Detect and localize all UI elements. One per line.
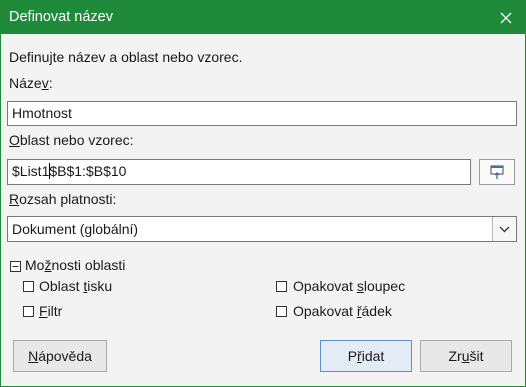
filter-accel: F <box>39 303 48 319</box>
scope-dropdown-button[interactable] <box>492 217 516 241</box>
print-range-pre: Oblast <box>39 278 84 294</box>
filter-checkbox[interactable] <box>23 306 34 317</box>
range-value-part2: $B$1:$B$10 <box>49 163 127 179</box>
options-expander[interactable] <box>10 259 21 272</box>
define-name-dialog: Definovat název Definujte název a oblast… <box>0 0 526 387</box>
help-label: ápověda <box>38 348 92 364</box>
range-input[interactable]: $List1$B$1:$B$10 <box>7 159 471 185</box>
range-label-accel: O <box>9 132 20 148</box>
repeat-column-label[interactable]: Opakovat sloupec <box>293 278 405 294</box>
name-label-text: Náze <box>9 75 42 91</box>
scope-label-accel: R <box>9 191 20 207</box>
chevron-down-icon <box>499 226 510 233</box>
repeat-row-checkbox[interactable] <box>276 306 287 317</box>
add-pre: P <box>347 348 358 364</box>
repeat-column-post: loupec <box>363 278 406 294</box>
add-button[interactable]: Př idat <box>320 340 412 372</box>
help-button[interactable]: Nápověda <box>13 340 107 372</box>
repeat-column-pre: Opakovat <box>293 278 357 294</box>
options-label: Možnosti oblasti <box>25 257 125 273</box>
print-range-checkbox[interactable] <box>23 281 34 292</box>
print-range-label[interactable]: Oblast tisku <box>39 278 112 294</box>
dialog-title: Definovat název <box>9 9 113 25</box>
range-label-text: blast nebo vzorec: <box>19 132 134 148</box>
range-value-part1: $List1 <box>12 163 50 179</box>
repeat-row-post: ádek <box>361 303 392 319</box>
repeat-row-label[interactable]: Opakovat řádek <box>293 303 392 319</box>
dialog-description: Definujte název a oblast nebo vzorec. <box>9 49 243 65</box>
cancel-post: šit <box>469 348 484 364</box>
repeat-row-pre: Opakovat <box>293 303 357 319</box>
shrink-dialog-icon <box>490 165 504 179</box>
scope-label-text: ozsah platnosti: <box>19 191 117 207</box>
minus-box-icon <box>10 261 21 272</box>
range-label: Oblast nebo vzorec: <box>9 132 134 148</box>
shrink-dialog-button[interactable] <box>479 159 515 185</box>
name-label: Název: <box>9 75 53 91</box>
repeat-column-checkbox[interactable] <box>276 281 287 292</box>
help-accel: N <box>28 348 39 364</box>
filter-label[interactable]: Filtr <box>39 303 62 319</box>
titlebar: Definovat název <box>1 1 525 34</box>
options-label-post: nosti oblasti <box>51 257 126 273</box>
scope-select[interactable]: Dokument (globální) <box>7 216 517 242</box>
name-label-accel: v <box>41 75 49 91</box>
name-input[interactable]: Hmotnost <box>7 101 517 126</box>
options-label-pre: Mo <box>25 257 45 273</box>
add-post: idat <box>361 348 385 364</box>
repeat-column-accel: s <box>356 278 364 294</box>
scope-label: Rozsah platnosti: <box>9 191 116 207</box>
print-range-post: isku <box>87 278 113 294</box>
close-icon <box>500 12 512 24</box>
filter-post: iltr <box>47 303 63 319</box>
close-button[interactable] <box>493 5 519 31</box>
scope-select-value: Dokument (globální) <box>12 221 139 237</box>
cancel-pre: Zr <box>448 348 462 364</box>
cancel-accel: u <box>461 348 470 364</box>
cancel-button[interactable]: Zr u šit <box>420 340 512 372</box>
name-input-value: Hmotnost <box>12 105 72 121</box>
name-label-colon: : <box>48 75 53 91</box>
